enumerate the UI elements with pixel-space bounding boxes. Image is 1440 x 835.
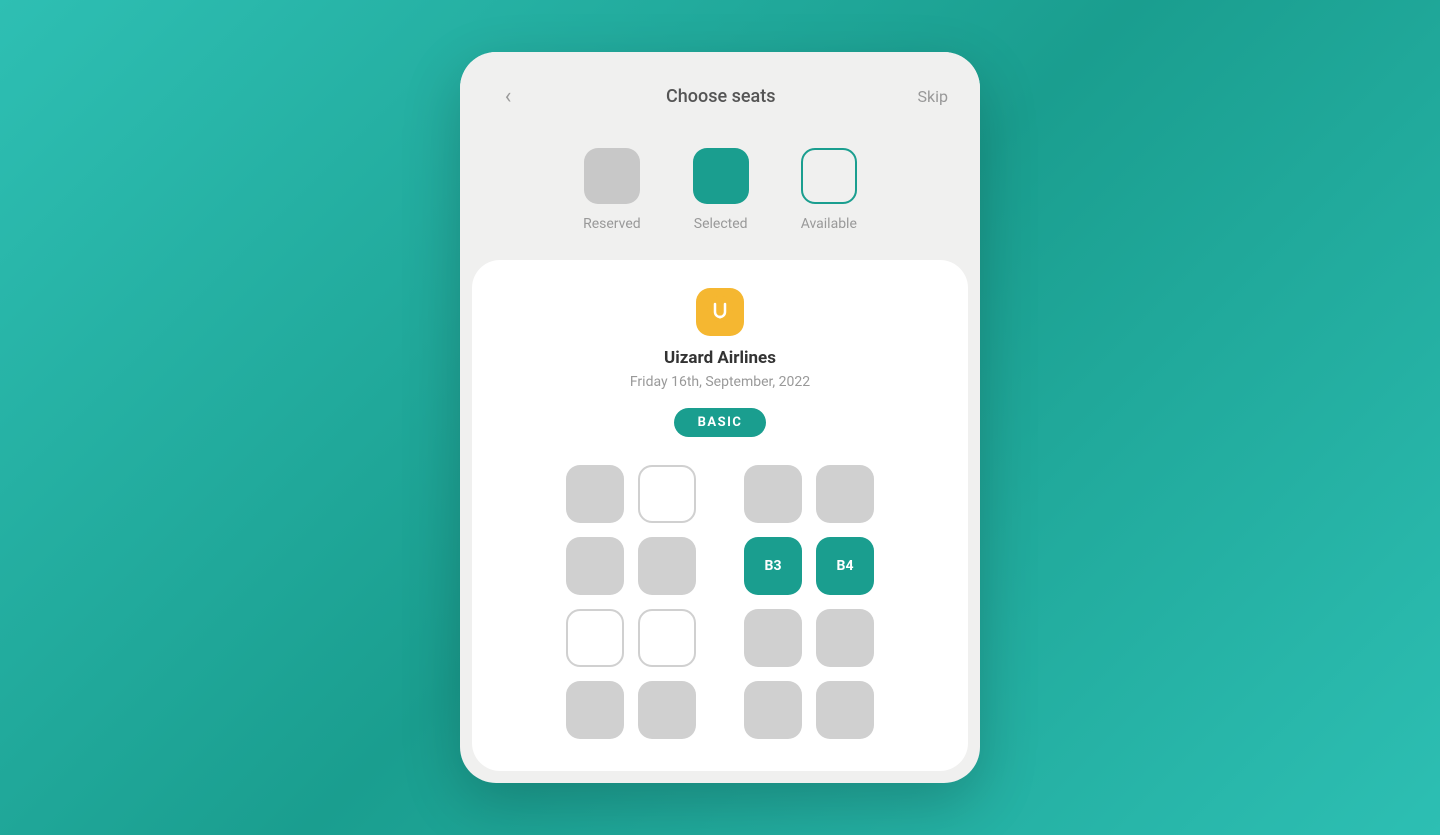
seat-B1[interactable] <box>566 537 624 595</box>
seat-D3[interactable] <box>744 681 802 739</box>
back-button[interactable]: ‹ <box>492 80 524 112</box>
seat-group-right-3 <box>744 609 874 667</box>
legend-item-available: Available <box>801 148 857 232</box>
seat-group-left-3 <box>566 609 696 667</box>
phone-card: ‹ Choose seats Skip Reserved Selected Av… <box>460 52 980 783</box>
reserved-label: Reserved <box>583 216 641 232</box>
seat-C1[interactable] <box>566 609 624 667</box>
seat-B4[interactable]: B4 <box>816 537 874 595</box>
seat-A4[interactable] <box>816 465 874 523</box>
seat-group-right-1 <box>744 465 874 523</box>
seat-A2[interactable] <box>638 465 696 523</box>
page-title: Choose seats <box>666 86 775 107</box>
seat-selection-card: Uizard Airlines Friday 16th, September, … <box>472 260 968 771</box>
reserved-icon <box>584 148 640 204</box>
airline-name: Uizard Airlines <box>664 348 776 368</box>
seat-group-left-1 <box>566 465 696 523</box>
legend-item-reserved: Reserved <box>583 148 641 232</box>
seat-D1[interactable] <box>566 681 624 739</box>
seat-B2[interactable] <box>638 537 696 595</box>
seat-row-1 <box>496 465 944 523</box>
legend-item-selected: Selected <box>693 148 749 232</box>
airline-logo <box>696 288 744 336</box>
seat-row-4 <box>496 681 944 739</box>
seat-D2[interactable] <box>638 681 696 739</box>
seat-A1[interactable] <box>566 465 624 523</box>
seat-grid: B3 B4 <box>496 465 944 739</box>
seat-group-right-4 <box>744 681 874 739</box>
seat-group-left-2 <box>566 537 696 595</box>
seat-B3[interactable]: B3 <box>744 537 802 595</box>
seat-group-left-4 <box>566 681 696 739</box>
header: ‹ Choose seats Skip <box>460 52 980 132</box>
seat-A3[interactable] <box>744 465 802 523</box>
seat-row-2: B3 B4 <box>496 537 944 595</box>
seat-D4[interactable] <box>816 681 874 739</box>
available-label: Available <box>801 216 857 232</box>
seat-C4[interactable] <box>816 609 874 667</box>
seat-row-3 <box>496 609 944 667</box>
selected-label: Selected <box>694 216 748 232</box>
available-icon <box>801 148 857 204</box>
seat-C2[interactable] <box>638 609 696 667</box>
class-badge: BASIC <box>674 408 767 437</box>
seat-group-right-2: B3 B4 <box>744 537 874 595</box>
seat-legend: Reserved Selected Available <box>460 132 980 260</box>
skip-button[interactable]: Skip <box>918 87 948 106</box>
selected-icon <box>693 148 749 204</box>
flight-date: Friday 16th, September, 2022 <box>630 374 810 390</box>
airline-logo-icon <box>706 295 734 329</box>
seat-C3[interactable] <box>744 609 802 667</box>
